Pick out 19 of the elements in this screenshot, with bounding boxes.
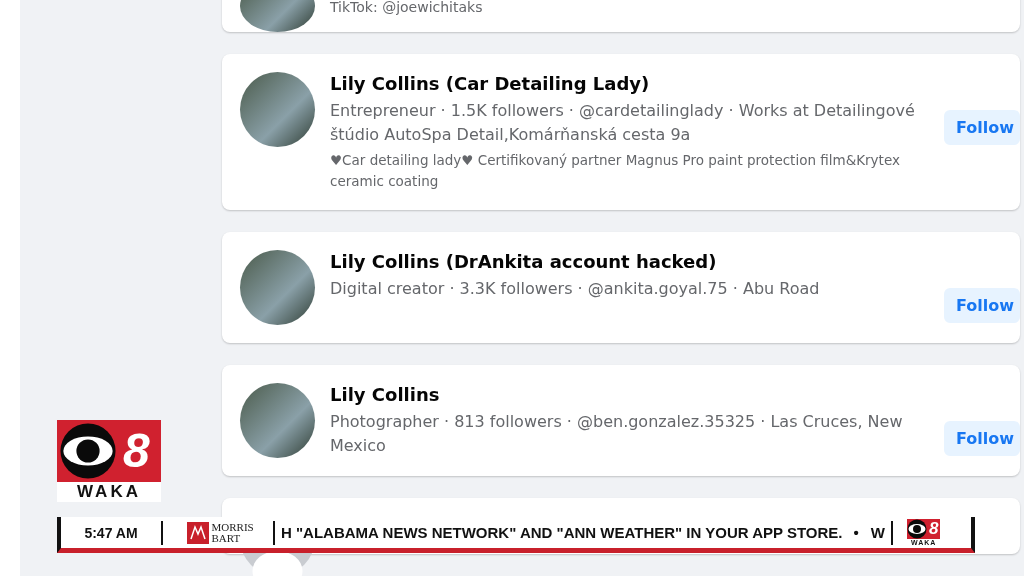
profile-name[interactable]: Lily Collins	[330, 383, 929, 407]
channel-number: 8	[927, 519, 940, 539]
follow-button[interactable]: Follow	[944, 110, 1020, 145]
profile-name[interactable]: Lily Collins (Car Detailing Lady)	[330, 72, 929, 96]
channel-number: 8	[122, 423, 150, 479]
profile-details: Digital creator · 3.3K followers · @ankita.goyal.75 · Abu Road	[330, 278, 821, 300]
call-sign: WAKA	[77, 482, 141, 502]
profile-bio: ♥Car detailing lady♥ Certifikovaný partner Magnus Pro paint protection film&Krytex ceramic coating	[330, 151, 901, 191]
profile-name[interactable]: Lily Collins (DrAnkita account hacked)	[330, 250, 929, 274]
ticker-headline: H "ALABAMA NEWS NETWORK" AND "ANN WEATHER" IN YOUR APP STORE.	[280, 524, 844, 541]
eye-logo-icon	[59, 422, 117, 480]
ticker-time: 5:47 AM	[83, 524, 139, 541]
ticker-next-text: W	[869, 524, 886, 541]
profile-details: TikTok: @joewichitaks	[330, 0, 483, 14]
profile-details: Entrepreneur · 1.5K followers · @cardetailinglady · Works at Detailingové štúdio AutoSpa Detail,Komárňanská cesta 9a	[330, 100, 916, 146]
follow-button[interactable]: Follow	[944, 421, 1020, 456]
follow-button[interactable]: Follow	[944, 288, 1020, 323]
profile-details: Photographer · 813 followers · @ben.gonzalez.35325 · Las Cruces, New Mexico	[330, 411, 904, 457]
ticker-separator: •	[852, 524, 860, 541]
